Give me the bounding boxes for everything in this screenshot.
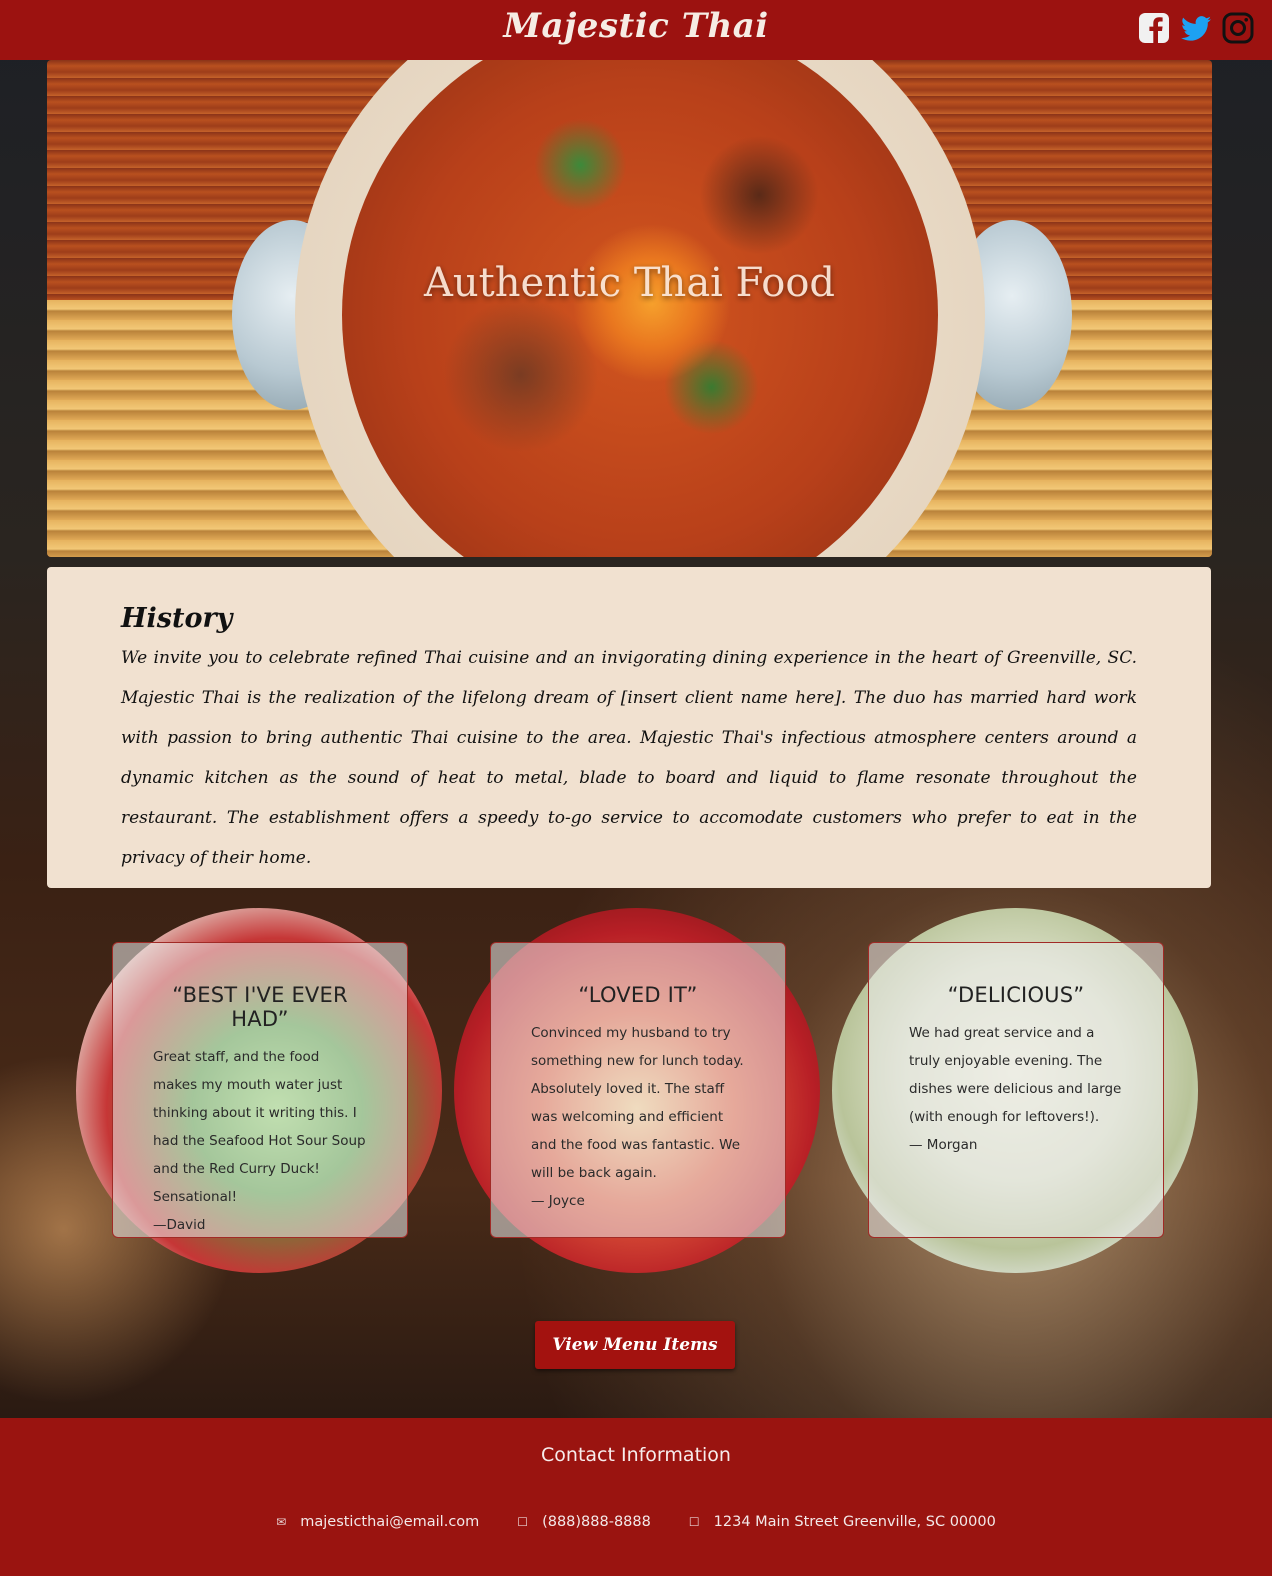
envelope-icon: ✉ — [276, 1515, 287, 1529]
review-title: “DELICIOUS” — [947, 983, 1085, 1007]
review-card: “BEST I'VE EVER HAD” Great staff, and th… — [76, 908, 442, 1273]
location-icon: ☐ — [688, 1515, 700, 1529]
review-card-panel: “LOVED IT” Convinced my husband to try s… — [490, 942, 786, 1238]
review-body: Convinced my husband to try something ne… — [531, 1025, 744, 1181]
brand-logo[interactable]: Majestic Thai — [0, 6, 1272, 46]
review-author: — Morgan — [909, 1137, 978, 1153]
review-body: We had great service and a truly enjoyab… — [909, 1025, 1122, 1125]
history-heading: History — [121, 603, 233, 634]
history-text: We invite you to celebrate refined Thai … — [121, 648, 1137, 868]
contact-phone-text[interactable]: (888)888-8888 — [542, 1514, 651, 1530]
history-section: History We invite you to celebrate refin… — [47, 567, 1211, 888]
twitter-icon[interactable] — [1180, 12, 1212, 44]
social-links — [1138, 12, 1254, 44]
review-author: — Joyce — [531, 1193, 585, 1209]
hero-title: Authentic Thai Food — [423, 260, 836, 306]
contact-email[interactable]: ✉ majesticthai@email.com — [276, 1514, 479, 1530]
review-title: “LOVED IT” — [578, 983, 698, 1007]
facebook-icon[interactable] — [1138, 12, 1170, 44]
top-navbar: Majestic Thai — [0, 0, 1272, 60]
hero-banner: Authentic Thai Food — [47, 60, 1212, 557]
curry-image — [342, 60, 938, 557]
instagram-icon[interactable] — [1222, 12, 1254, 44]
review-title: “BEST I'VE EVER HAD” — [172, 983, 348, 1031]
contact-address-text[interactable]: 1234 Main Street Greenville, SC 00000 — [714, 1514, 996, 1530]
review-card: “LOVED IT” Convinced my husband to try s… — [454, 908, 820, 1273]
contact-email-text[interactable]: majesticthai@email.com — [300, 1514, 479, 1530]
contact-address[interactable]: ☐ 1234 Main Street Greenville, SC 00000 — [689, 1514, 996, 1530]
review-author: —David — [153, 1217, 206, 1233]
review-card-panel: “BEST I'VE EVER HAD” Great staff, and th… — [112, 942, 408, 1238]
contact-phone[interactable]: ☐ (888)888-8888 — [517, 1514, 651, 1530]
footer: Contact Information ✉ majesticthai@email… — [0, 1418, 1272, 1576]
review-body: Great staff, and the food makes my mouth… — [153, 1049, 366, 1205]
phone-icon: ☐ — [517, 1515, 529, 1529]
review-card: “DELICIOUS” We had great service and a t… — [832, 908, 1198, 1273]
contact-row: ✉ majesticthai@email.com ☐ (888)888-8888… — [0, 1514, 1272, 1530]
view-menu-button[interactable]: View Menu Items — [535, 1321, 735, 1369]
reviews-section: “BEST I'VE EVER HAD” Great staff, and th… — [0, 908, 1272, 1273]
footer-heading: Contact Information — [541, 1444, 731, 1466]
review-card-panel: “DELICIOUS” We had great service and a t… — [868, 942, 1164, 1238]
